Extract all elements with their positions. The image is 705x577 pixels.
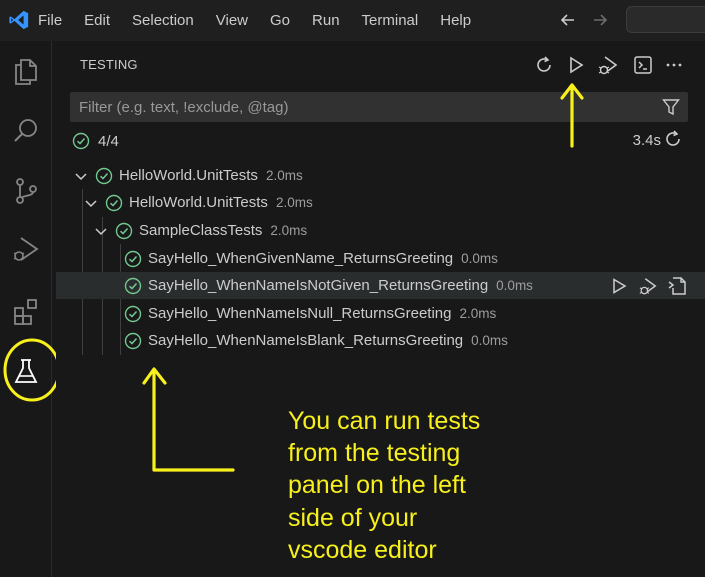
tree-item-duration: 2.0ms bbox=[270, 223, 308, 238]
passed-check-icon bbox=[124, 277, 142, 295]
back-arrow-icon[interactable] bbox=[558, 10, 578, 30]
chevron-down-icon[interactable] bbox=[84, 196, 98, 210]
filter-icon[interactable] bbox=[662, 98, 680, 116]
menu-bar: File Edit Selection View Go Run Terminal… bbox=[38, 0, 493, 41]
tree-row-test-selected[interactable]: SayHello_WhenNameIsNotGiven_ReturnsGreet… bbox=[56, 272, 705, 299]
summary-count: 4/4 bbox=[98, 132, 119, 150]
menu-go[interactable]: Go bbox=[270, 12, 290, 29]
search-icon[interactable] bbox=[8, 113, 44, 149]
annotation-line: You can run tests bbox=[288, 407, 481, 435]
rerun-icon[interactable] bbox=[663, 129, 685, 151]
passed-check-icon bbox=[124, 332, 142, 350]
passed-check-icon bbox=[95, 167, 113, 185]
chevron-down-icon[interactable] bbox=[94, 224, 108, 238]
tree-item-name: HelloWorld.UnitTests bbox=[119, 167, 258, 184]
passed-check-icon bbox=[124, 250, 142, 268]
extensions-icon[interactable] bbox=[8, 293, 44, 329]
menu-help[interactable]: Help bbox=[440, 12, 471, 29]
annotation-line: from the testing bbox=[288, 439, 461, 468]
run-test-icon[interactable] bbox=[607, 275, 631, 297]
debug-test-icon[interactable] bbox=[636, 275, 660, 297]
passed-check-icon bbox=[72, 132, 90, 150]
tree-row-test[interactable]: SayHello_WhenNameIsBlank_ReturnsGreeting… bbox=[56, 327, 705, 354]
debug-all-icon[interactable] bbox=[597, 54, 619, 76]
tree-item-name: SayHello_WhenNameIsBlank_ReturnsGreeting bbox=[148, 332, 464, 349]
tree-item-duration: 0.0ms bbox=[471, 333, 508, 348]
tree-item-name: SayHello_WhenGivenName_ReturnsGreeting bbox=[148, 250, 454, 267]
tree-row-namespace[interactable]: HelloWorld.UnitTests 2.0ms bbox=[56, 189, 705, 216]
menu-terminal[interactable]: Terminal bbox=[362, 12, 419, 29]
vscode-logo-icon bbox=[8, 9, 30, 31]
tree-item-duration: 0.0ms bbox=[496, 278, 533, 293]
tree-row-assembly[interactable]: HelloWorld.UnitTests 2.0ms bbox=[56, 162, 705, 189]
filter-box bbox=[70, 92, 688, 122]
annotation-line: vscode editor bbox=[288, 535, 437, 564]
tree-item-duration: 2.0ms bbox=[265, 168, 303, 183]
menu-view[interactable]: View bbox=[216, 12, 248, 29]
activity-bar bbox=[0, 41, 61, 577]
tree-item-duration: 2.0ms bbox=[459, 306, 497, 321]
annotation-line: panel on the left bbox=[288, 471, 466, 500]
tree-item-name: HelloWorld.UnitTests bbox=[129, 194, 268, 211]
menu-file[interactable]: File bbox=[38, 12, 62, 29]
command-center-search[interactable] bbox=[626, 6, 705, 33]
run-debug-icon[interactable] bbox=[8, 231, 44, 267]
passed-check-icon bbox=[124, 305, 142, 323]
tree-item-name: SayHello_WhenNameIsNull_ReturnsGreeting bbox=[148, 305, 452, 322]
tree-row-class[interactable]: SampleClassTests 2.0ms bbox=[56, 217, 705, 244]
panel-title: TESTING bbox=[80, 57, 138, 72]
annotation-note: You can run tests from the testing panel… bbox=[288, 405, 588, 566]
go-to-test-icon[interactable] bbox=[665, 275, 689, 297]
test-summary: 4/4 bbox=[72, 131, 119, 151]
total-duration: 3.4s bbox=[632, 132, 661, 149]
menu-selection[interactable]: Selection bbox=[132, 12, 194, 29]
forward-arrow-icon[interactable] bbox=[590, 10, 610, 30]
source-control-icon[interactable] bbox=[8, 173, 44, 209]
tree-item-name: SampleClassTests bbox=[139, 222, 263, 239]
tree-item-duration: 0.0ms bbox=[461, 251, 498, 266]
tree-item-name: SayHello_WhenNameIsNotGiven_ReturnsGreet… bbox=[148, 277, 489, 294]
chevron-down-icon[interactable] bbox=[74, 169, 88, 183]
annotation-arrow-up bbox=[559, 80, 585, 150]
passed-check-icon bbox=[115, 222, 133, 240]
tree-item-duration: 2.0ms bbox=[275, 195, 313, 210]
tree-row-test[interactable]: SayHello_WhenNameIsNull_ReturnsGreeting … bbox=[56, 300, 705, 327]
row-actions bbox=[602, 275, 689, 297]
terminal-icon[interactable] bbox=[632, 54, 654, 76]
run-all-icon[interactable] bbox=[565, 54, 587, 76]
menu-edit[interactable]: Edit bbox=[84, 12, 110, 29]
files-icon[interactable] bbox=[8, 53, 44, 89]
menu-run[interactable]: Run bbox=[312, 12, 340, 29]
more-icon[interactable] bbox=[663, 54, 685, 76]
tree-row-test[interactable]: SayHello_WhenGivenName_ReturnsGreeting 0… bbox=[56, 245, 705, 272]
testing-highlight-circle bbox=[2, 338, 62, 402]
title-bar: File Edit Selection View Go Run Terminal… bbox=[0, 0, 705, 41]
annotation-arrow-l bbox=[138, 362, 238, 478]
passed-check-icon bbox=[105, 194, 123, 212]
refresh-icon[interactable] bbox=[533, 54, 555, 76]
annotation-line: side of your bbox=[288, 503, 418, 532]
